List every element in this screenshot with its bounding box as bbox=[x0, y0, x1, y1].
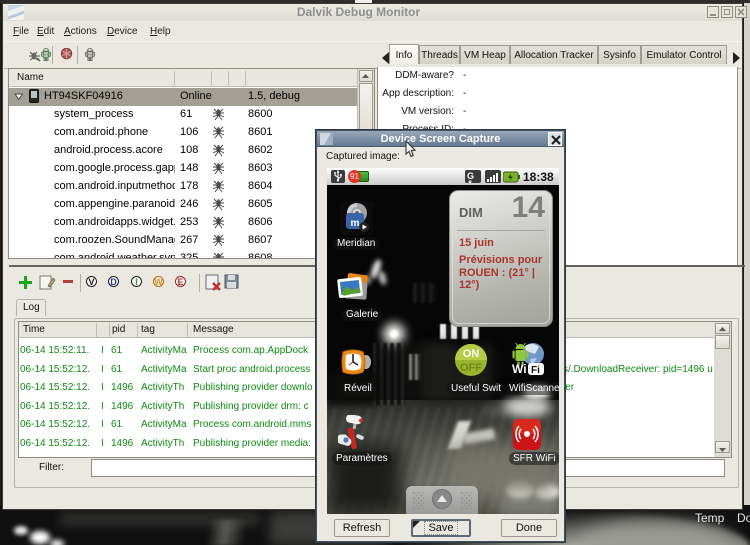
svg-text:Wi: Wi bbox=[512, 362, 527, 376]
svg-text:m: m bbox=[351, 218, 360, 229]
svg-text:Fi: Fi bbox=[531, 365, 540, 376]
svg-text:OFF: OFF bbox=[460, 362, 482, 374]
svg-text:ON: ON bbox=[463, 348, 480, 360]
svg-text:G: G bbox=[467, 171, 474, 181]
